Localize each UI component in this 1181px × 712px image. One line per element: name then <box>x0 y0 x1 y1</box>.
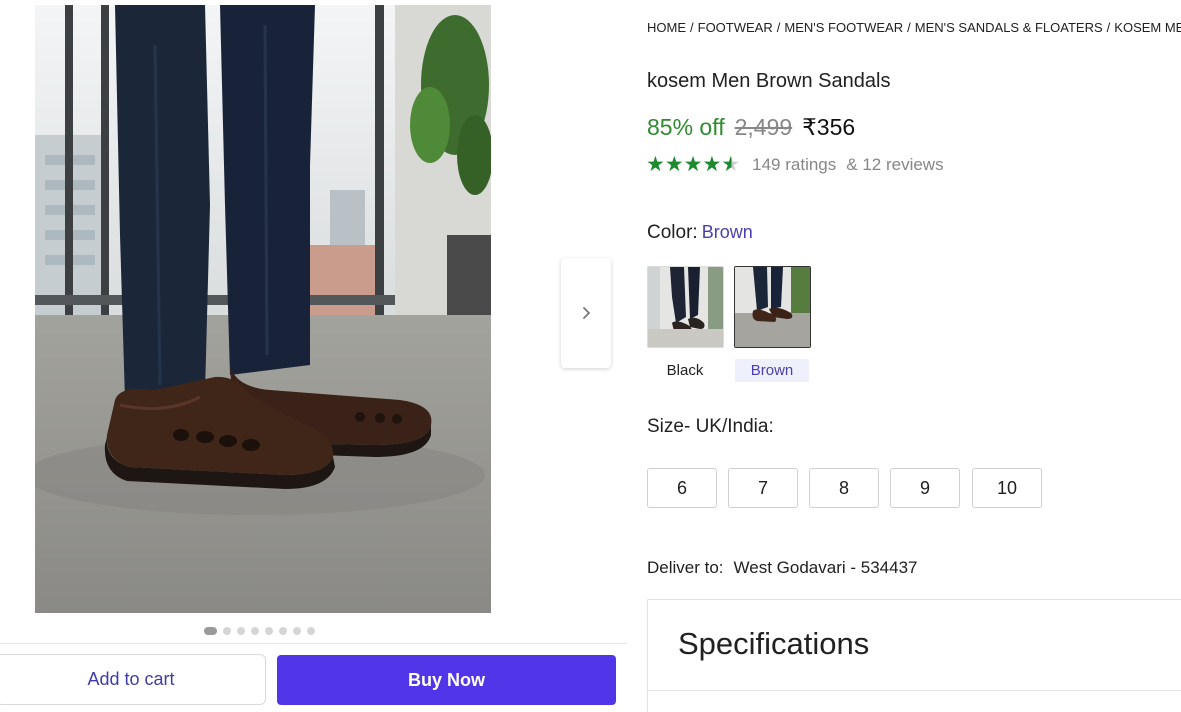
price-row: 85% off 2,499 ₹356 <box>647 114 855 141</box>
size-option-10[interactable]: 10 <box>972 468 1042 508</box>
color-selected-value: Brown <box>701 222 753 242</box>
carousel-dot[interactable] <box>307 627 315 635</box>
reviews-count: & 12 reviews <box>846 154 944 174</box>
carousel-dot[interactable] <box>223 627 231 635</box>
deliver-to-label: Deliver to: <box>647 558 724 577</box>
chevron-right-icon <box>583 307 590 319</box>
buy-now-button[interactable]: Buy Now <box>277 655 616 705</box>
breadcrumb-separator: / <box>690 20 694 35</box>
carousel-dot[interactable] <box>204 627 217 635</box>
delivery-location[interactable]: Deliver to: West Godavari - 534437 <box>647 558 918 578</box>
discount-badge: 85% off <box>647 114 725 140</box>
carousel-dot[interactable] <box>279 627 287 635</box>
next-image-button[interactable] <box>561 258 611 368</box>
color-swatch-brown[interactable] <box>734 266 811 348</box>
carousel-dots <box>204 627 315 635</box>
ratings-count: 149 ratings <box>752 154 837 174</box>
breadcrumb-kosem[interactable]: KOSEM MEN'S <box>1114 20 1181 35</box>
add-to-cart-button[interactable]: Add to cart <box>0 654 266 705</box>
breadcrumb-home[interactable]: HOME <box>647 20 686 35</box>
star-icon: ★ <box>702 153 722 176</box>
original-price: 2,499 <box>734 114 793 140</box>
rating-row[interactable]: ★ ★ ★ ★ ★ 149 ratings & 12 reviews <box>646 154 944 175</box>
breadcrumb-footwear[interactable]: FOOTWEAR <box>698 20 773 35</box>
star-icon: ★ <box>646 153 665 176</box>
carousel-dot[interactable] <box>251 627 259 635</box>
carousel-dot[interactable] <box>265 627 273 635</box>
specifications-title: Specifications <box>678 626 870 661</box>
size-option-8[interactable]: 8 <box>809 468 879 508</box>
color-heading: Color: Brown <box>647 222 753 244</box>
size-option-9[interactable]: 9 <box>890 468 960 508</box>
carousel-dot[interactable] <box>237 627 245 635</box>
delivery-pincode: West Godavari - 534437 <box>733 558 918 577</box>
star-icon: ★ <box>683 153 703 176</box>
breadcrumb-mens-footwear[interactable]: MEN'S FOOTWEAR <box>784 20 903 35</box>
size-option-7[interactable]: 7 <box>728 468 798 508</box>
specifications-content <box>647 690 1181 712</box>
carousel-dot[interactable] <box>293 627 301 635</box>
color-label: Color: <box>647 222 698 243</box>
breadcrumb: HOME / FOOTWEAR / MEN'S FOOTWEAR / MEN'S SANDA… <box>647 20 1181 35</box>
color-option-brown[interactable]: Brown <box>735 359 809 382</box>
color-option-black[interactable]: Black <box>648 359 722 382</box>
swatch-thumbnail-brown <box>735 267 810 347</box>
breadcrumb-separator: / <box>776 20 781 35</box>
breadcrumb-separator: / <box>1106 20 1111 35</box>
star-half-icon: ★ <box>721 153 741 176</box>
selling-price: ₹356 <box>802 114 856 140</box>
product-image[interactable] <box>35 5 491 613</box>
rating-stars: ★ ★ ★ ★ ★ <box>646 154 740 175</box>
size-heading: Size- UK/India: <box>647 416 774 437</box>
product-title: kosem Men Brown Sandals <box>647 70 891 92</box>
breadcrumb-mens-sandals[interactable]: MEN'S SANDALS & FLOATERS <box>915 20 1103 35</box>
size-option-6[interactable]: 6 <box>647 468 717 508</box>
star-icon: ★ <box>664 153 684 176</box>
color-swatch-black[interactable] <box>647 266 724 348</box>
swatch-thumbnail-black <box>648 267 723 347</box>
breadcrumb-separator: / <box>907 20 911 35</box>
